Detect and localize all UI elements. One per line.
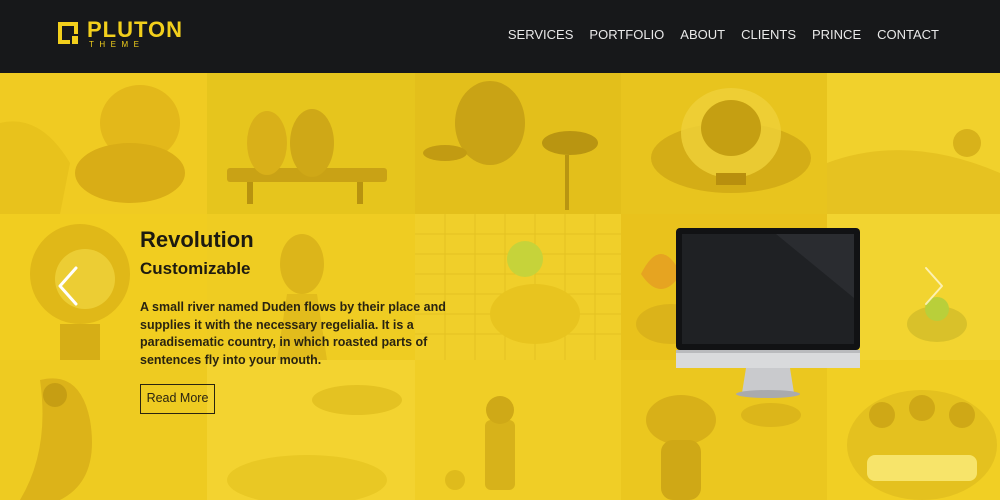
- slide-description: A small river named Duden flows by their…: [140, 300, 446, 367]
- logo[interactable]: PLUTON THEME: [56, 18, 186, 52]
- desktop-monitor: [676, 228, 860, 398]
- chevron-left-icon[interactable]: [56, 266, 80, 306]
- nav-contact[interactable]: CONTACT: [877, 27, 939, 43]
- background-tile: [827, 73, 1000, 214]
- chevron-right-icon[interactable]: [922, 266, 946, 306]
- nav-clients[interactable]: CLIENTS: [741, 27, 796, 43]
- background-tile: [207, 360, 415, 500]
- background-tile: [0, 73, 207, 214]
- nav-services[interactable]: SERVICES: [508, 27, 574, 43]
- main-nav: SERVICES PORTFOLIO ABOUT CLIENTS PRINCE …: [508, 27, 939, 43]
- background-tile: [621, 73, 827, 214]
- background-tile: [0, 360, 207, 500]
- nav-about[interactable]: ABOUT: [680, 27, 725, 43]
- background-tile: [415, 360, 621, 500]
- background-tile: [207, 73, 415, 214]
- background-tile: [415, 73, 621, 214]
- nav-prince[interactable]: PRINCE: [812, 27, 861, 43]
- landing-page: PLUTON THEME SERVICES PORTFOLIO ABOUT CL…: [0, 0, 1000, 500]
- slide-subtitle: Customizable: [140, 259, 251, 278]
- read-more-button[interactable]: Read More: [140, 384, 215, 414]
- brand-name: PLUTON: [87, 17, 184, 42]
- header-bar: PLUTON THEME SERVICES PORTFOLIO ABOUT CL…: [0, 0, 1000, 73]
- logo-bracket-icon: [58, 22, 78, 44]
- slide-title: Revolution: [140, 227, 254, 252]
- brand-tagline: THEME: [89, 40, 145, 49]
- nav-portfolio[interactable]: PORTFOLIO: [589, 27, 664, 43]
